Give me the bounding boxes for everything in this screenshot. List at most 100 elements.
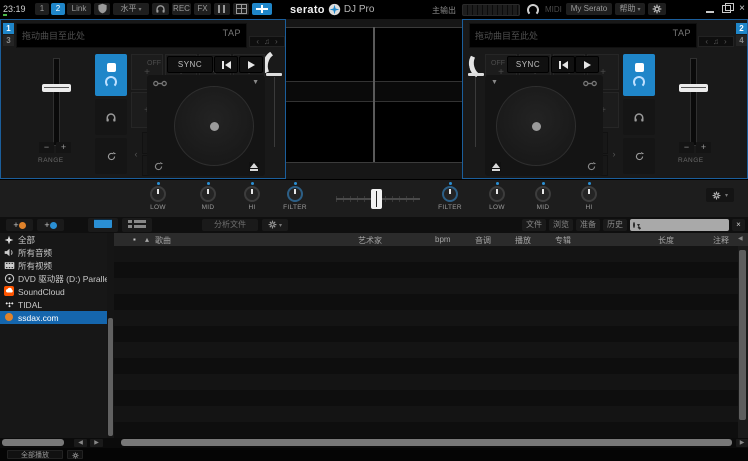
- track-title-bar[interactable]: 拖动曲目至此处 TAP: [469, 23, 697, 48]
- sync-button[interactable]: SYNC: [507, 56, 549, 73]
- sidebar-item-tidal[interactable]: TIDAL: [0, 298, 107, 311]
- next-icon[interactable]: ›: [275, 37, 278, 46]
- rec-button[interactable]: REC: [172, 3, 191, 15]
- play-button[interactable]: [239, 56, 263, 73]
- playback-mode-button[interactable]: 全部播放: [7, 450, 63, 459]
- jog-wheel[interactable]: [174, 86, 254, 166]
- track-title-bar[interactable]: 拖动曲目至此处 TAP: [16, 23, 247, 48]
- settings-button[interactable]: [648, 3, 666, 15]
- track-nav[interactable]: ‹ ♫ ›: [698, 36, 734, 47]
- column-header-key[interactable]: 音调: [475, 235, 491, 246]
- sidebar-item-ssdax-crate[interactable]: ssdax.com: [0, 311, 107, 324]
- analyze-files-button[interactable]: 分析文件: [202, 219, 258, 231]
- sidebar-item-soundcloud[interactable]: SoundCloud: [0, 285, 107, 298]
- cue-headphone-button[interactable]: [152, 3, 169, 15]
- hotcue-mode-button[interactable]: [95, 54, 127, 96]
- loop-mode-button[interactable]: [623, 138, 655, 174]
- filter-knob-right[interactable]: FILTER: [430, 182, 470, 216]
- pitch-mini-slider[interactable]: [266, 73, 282, 76]
- sidebar-scrollbar[interactable]: [107, 233, 114, 438]
- column-header-album[interactable]: 专辑: [555, 235, 571, 246]
- loop-mode-button[interactable]: [95, 138, 127, 174]
- jog-wheel[interactable]: [496, 86, 576, 166]
- deck-number-badge[interactable]: 1: [3, 23, 14, 34]
- close-library-panel-button[interactable]: ×: [732, 219, 745, 231]
- scroll-right-button[interactable]: ▶: [90, 439, 103, 447]
- table-row[interactable]: [114, 406, 748, 422]
- scroll-left-button[interactable]: ◀: [74, 439, 87, 447]
- hotcue-mode-button[interactable]: [623, 54, 655, 96]
- mixer-settings-button[interactable]: ▾: [706, 188, 734, 202]
- deck-number-badge[interactable]: 2: [736, 23, 747, 34]
- prev-icon[interactable]: ‹: [705, 37, 708, 46]
- sidebar-item-all-video[interactable]: 所有视频: [0, 259, 107, 272]
- my-serato-button[interactable]: My Serato: [566, 3, 612, 15]
- filter-triangle-icon[interactable]: ▼: [491, 78, 498, 88]
- browse-button[interactable]: 浏览: [549, 219, 573, 231]
- link-button[interactable]: Link: [67, 3, 91, 15]
- column-header-length[interactable]: 长度: [658, 235, 674, 246]
- practice-shield-button[interactable]: [94, 3, 110, 15]
- column-header-song[interactable]: 歌曲: [155, 235, 171, 246]
- row-marker-icon[interactable]: ▪: [133, 235, 136, 244]
- sort-icon[interactable]: ▴: [145, 235, 149, 244]
- deck-layer-badge[interactable]: 4: [736, 35, 747, 46]
- table-row[interactable]: [114, 246, 748, 262]
- sidebar-item-all[interactable]: 全部: [0, 233, 107, 246]
- track-nav[interactable]: ‹ ♫ ›: [249, 36, 285, 47]
- table-row[interactable]: [114, 310, 748, 326]
- table-row[interactable]: [114, 262, 748, 278]
- files-button[interactable]: 文件: [522, 219, 546, 231]
- column-header-plays[interactable]: 播放: [515, 235, 531, 246]
- list-view-button[interactable]: [88, 218, 118, 232]
- tap-button[interactable]: TAP: [223, 28, 241, 38]
- eq-hi-knob-right[interactable]: HI: [569, 182, 609, 216]
- minimize-button[interactable]: [702, 0, 717, 18]
- table-row[interactable]: [114, 342, 748, 358]
- search-box[interactable]: ▾: [630, 219, 729, 231]
- filter-knob-left[interactable]: FILTER: [275, 182, 315, 216]
- table-row[interactable]: [114, 374, 748, 390]
- tempo-fader-track[interactable]: [53, 58, 60, 146]
- range-plus-button[interactable]: +: [696, 142, 711, 153]
- tempo-fader-handle[interactable]: [42, 84, 71, 92]
- cue-monitor-button[interactable]: [95, 99, 127, 135]
- scrollbar-thumb[interactable]: [108, 318, 113, 436]
- keylock-icon[interactable]: [153, 80, 167, 87]
- tempo-fader-track[interactable]: [690, 58, 697, 146]
- eject-button[interactable]: [491, 162, 501, 172]
- next-icon[interactable]: ›: [724, 37, 727, 46]
- eq-hi-knob-left[interactable]: HI: [232, 182, 272, 216]
- detail-view-button[interactable]: [122, 218, 152, 232]
- eq-low-knob-left[interactable]: LOW: [138, 182, 178, 216]
- pitch-mini-slider[interactable]: [468, 73, 484, 76]
- table-row[interactable]: [114, 422, 748, 438]
- sync-off-label[interactable]: OFF: [147, 60, 161, 67]
- analyze-settings-button[interactable]: ▾: [262, 219, 288, 231]
- sync-off-label[interactable]: OFF: [491, 60, 505, 67]
- eject-button[interactable]: [249, 162, 259, 172]
- prev-icon[interactable]: ‹: [256, 37, 259, 46]
- sync-button[interactable]: SYNC: [167, 56, 213, 73]
- table-scroll-right-button[interactable]: ▶: [736, 439, 748, 447]
- table-row[interactable]: [114, 278, 748, 294]
- table-row[interactable]: [114, 326, 748, 342]
- table-row[interactable]: [114, 294, 748, 310]
- close-button[interactable]: ×: [736, 0, 748, 18]
- cue-previous-button[interactable]: [551, 56, 575, 73]
- table-vertical-scrollbar[interactable]: [738, 246, 748, 438]
- column-header-artist[interactable]: 艺术家: [358, 235, 382, 246]
- range-minus-button[interactable]: −: [39, 142, 54, 153]
- loop-prev-icon[interactable]: ‹: [131, 132, 141, 176]
- eq-mid-knob-left[interactable]: MID: [188, 182, 228, 216]
- scrollbar-thumb[interactable]: [739, 250, 746, 420]
- tempo-fader-handle[interactable]: [679, 84, 708, 92]
- sidebar-item-dvd-drive[interactable]: DVD 驱动器 (D:) Parallel ▲: [0, 272, 107, 285]
- cue-previous-button[interactable]: [214, 56, 238, 73]
- prepare-button[interactable]: 准备: [576, 219, 600, 231]
- sampler-panel-button[interactable]: [214, 3, 230, 15]
- display-mode-dropdown[interactable]: 水平▾: [113, 3, 149, 15]
- status-settings-button[interactable]: [67, 450, 83, 459]
- add-smart-crate-button[interactable]: +: [37, 219, 64, 231]
- tap-button[interactable]: TAP: [673, 28, 691, 38]
